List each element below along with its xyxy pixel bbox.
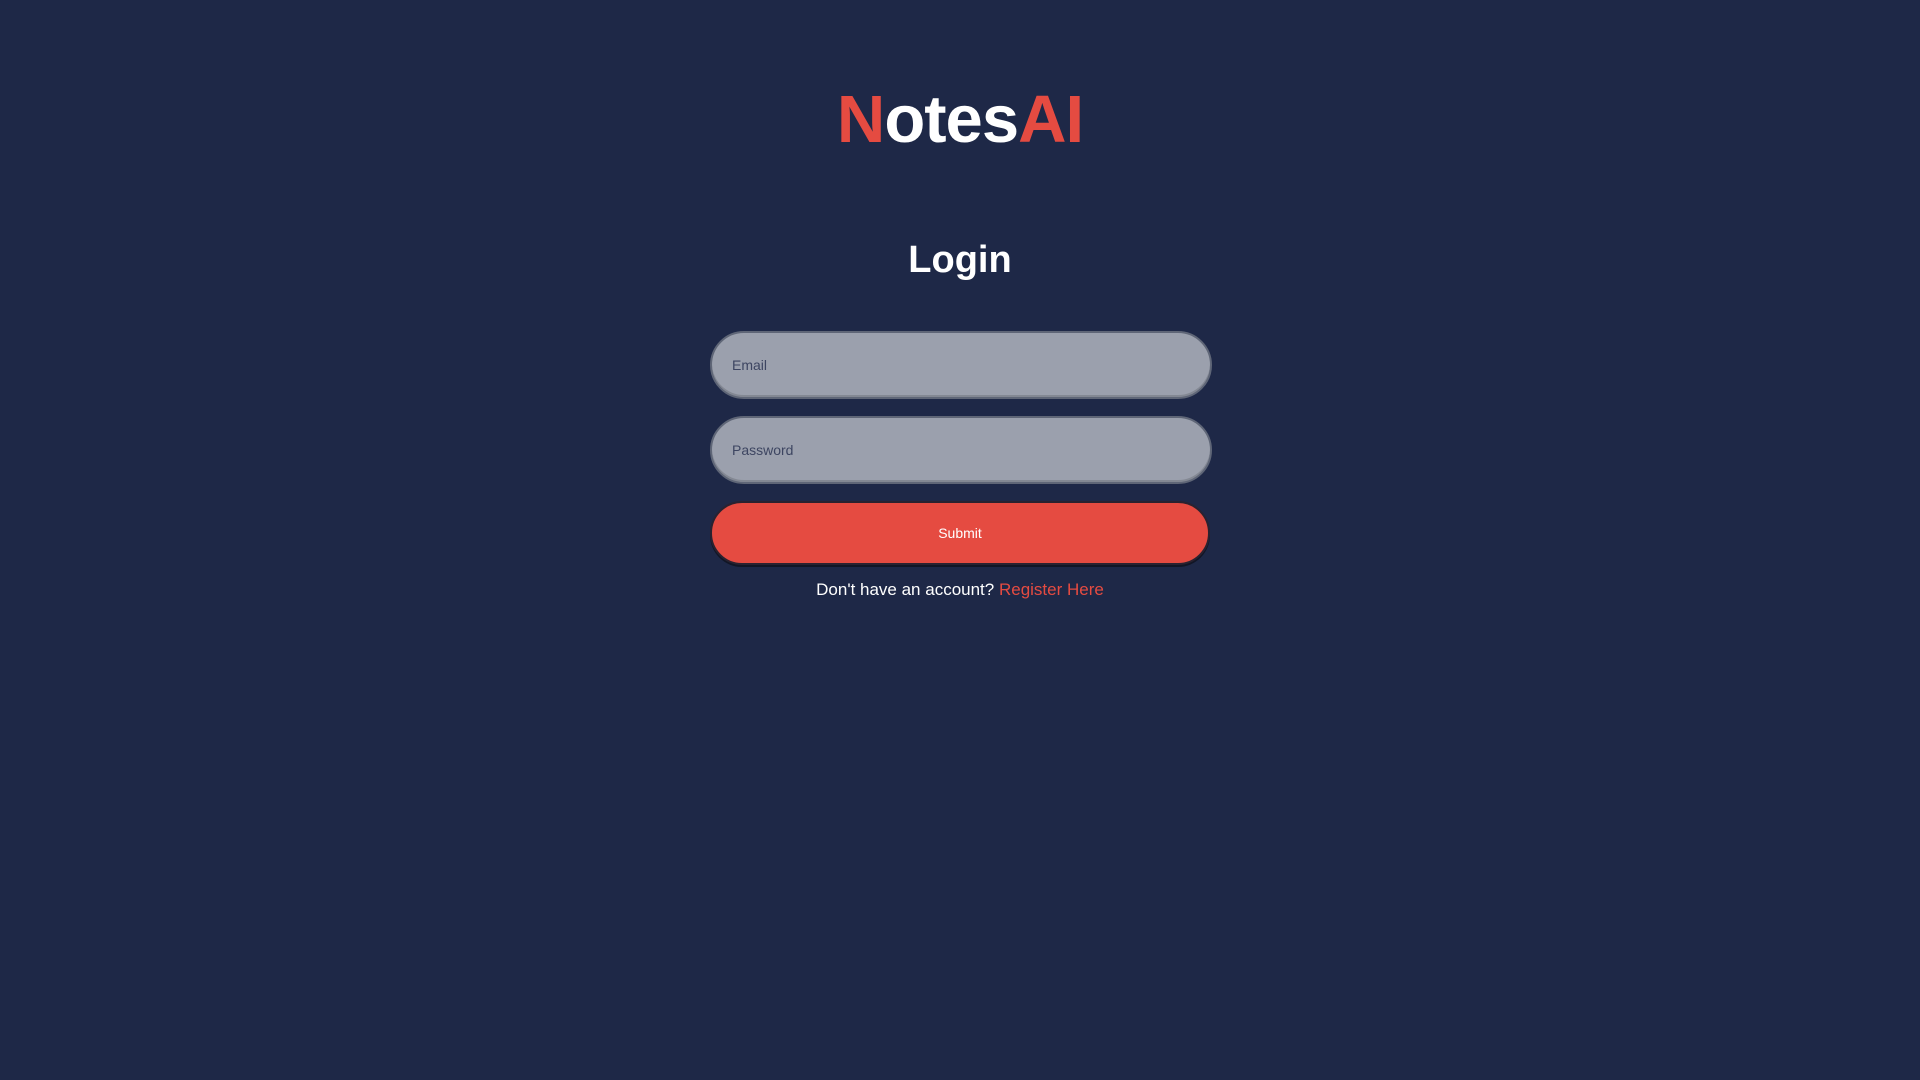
email-field[interactable] [710,331,1212,399]
logo-letter-n: N [836,82,885,157]
register-prompt: Don't have an account? Register Here [0,578,1920,602]
register-link[interactable]: Register Here [999,580,1104,599]
app-logo: NotesAI [0,78,1920,162]
submit-button[interactable]: Submit [710,501,1210,565]
login-form: Submit [710,331,1212,565]
register-prompt-text: Don't have an account? [816,580,995,599]
logo-middle: otes [884,82,1019,157]
login-page: NotesAI Login Submit Don't have an accou… [0,0,1920,1080]
logo-suffix-ai: AI [1018,82,1084,157]
page-title: Login [908,239,1012,281]
password-field[interactable] [710,416,1212,484]
